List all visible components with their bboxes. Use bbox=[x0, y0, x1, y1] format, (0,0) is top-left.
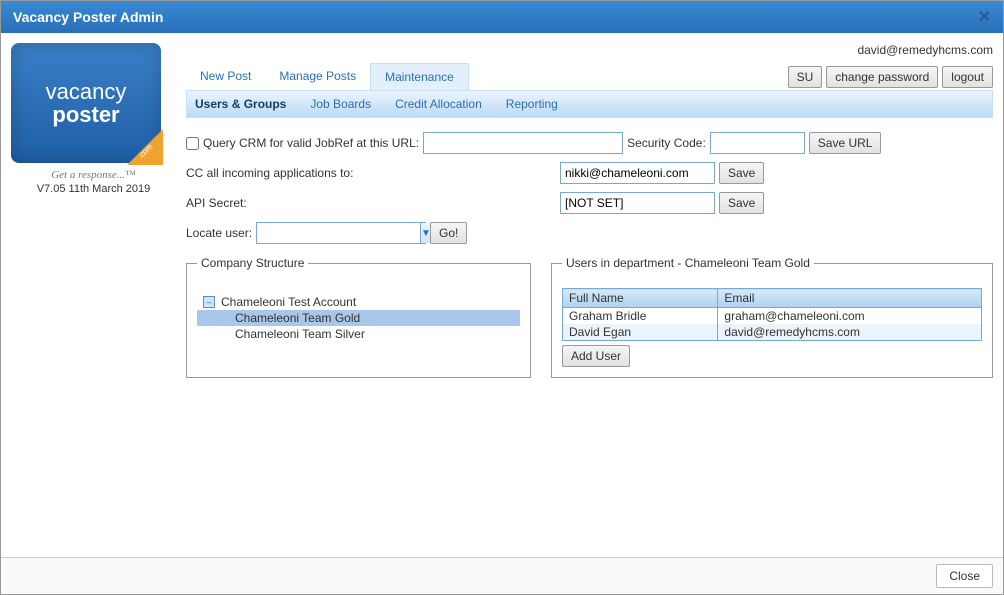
api-secret-label: API Secret: bbox=[186, 196, 556, 210]
subtab-job-boards[interactable]: Job Boards bbox=[310, 97, 371, 111]
collapse-icon[interactable]: – bbox=[203, 296, 215, 308]
table-row[interactable]: Graham Bridle graham@chameleoni.com bbox=[563, 308, 982, 325]
subtab-reporting[interactable]: Reporting bbox=[506, 97, 558, 111]
dog-ear-icon: .com bbox=[127, 129, 163, 165]
close-icon[interactable]: ✕ bbox=[978, 7, 991, 27]
go-button[interactable]: Go! bbox=[430, 222, 467, 244]
tree-item-label: Chameleoni Team Silver bbox=[235, 327, 365, 341]
tree-root-label: Chameleoni Test Account bbox=[221, 295, 356, 309]
security-code-label: Security Code: bbox=[627, 136, 706, 150]
add-user-button[interactable]: Add User bbox=[562, 345, 630, 367]
logo-line2: poster bbox=[52, 103, 119, 126]
change-password-button[interactable]: change password bbox=[826, 66, 938, 88]
query-crm-checkbox[interactable] bbox=[186, 137, 199, 150]
cell-name: David Egan bbox=[563, 324, 718, 341]
logo: vacancy poster .com bbox=[11, 43, 161, 163]
query-crm-label: Query CRM for valid JobRef at this URL: bbox=[203, 136, 419, 150]
col-email[interactable]: Email bbox=[718, 289, 982, 308]
tab-maintenance[interactable]: Maintenance bbox=[370, 63, 469, 90]
cell-name: Graham Bridle bbox=[563, 308, 718, 325]
logout-button[interactable]: logout bbox=[942, 66, 993, 88]
cell-email: david@remedyhcms.com bbox=[718, 324, 982, 341]
logo-line1: vacancy bbox=[46, 80, 127, 103]
tree-item-gold[interactable]: Chameleoni Team Gold bbox=[197, 310, 520, 326]
company-structure-legend: Company Structure bbox=[197, 256, 308, 270]
close-button[interactable]: Close bbox=[936, 564, 993, 588]
security-code-input[interactable] bbox=[710, 132, 805, 154]
subtab-credit-allocation[interactable]: Credit Allocation bbox=[395, 97, 482, 111]
tree-root[interactable]: – Chameleoni Test Account bbox=[197, 294, 520, 310]
tab-new-post[interactable]: New Post bbox=[186, 63, 265, 90]
locate-user-label: Locate user: bbox=[186, 226, 252, 240]
subtab-users-groups[interactable]: Users & Groups bbox=[195, 97, 286, 111]
tab-manage-posts[interactable]: Manage Posts bbox=[265, 63, 370, 90]
col-full-name[interactable]: Full Name bbox=[563, 289, 718, 308]
su-button[interactable]: SU bbox=[788, 66, 823, 88]
tagline: Get a response...™ bbox=[11, 169, 176, 181]
cc-save-button[interactable]: Save bbox=[719, 162, 764, 184]
window-title: Vacancy Poster Admin bbox=[13, 9, 163, 25]
cell-email: graham@chameleoni.com bbox=[718, 308, 982, 325]
tree-item-label: Chameleoni Team Gold bbox=[235, 311, 360, 325]
version-label: V7.05 11th March 2019 bbox=[11, 183, 176, 195]
cc-label: CC all incoming applications to: bbox=[186, 166, 556, 180]
api-secret-input[interactable] bbox=[560, 192, 715, 214]
table-row[interactable]: David Egan david@remedyhcms.com bbox=[563, 324, 982, 341]
users-panel-legend: Users in department - Chameleoni Team Go… bbox=[562, 256, 814, 270]
cc-email-input[interactable] bbox=[560, 162, 715, 184]
tree-item-silver[interactable]: Chameleoni Team Silver bbox=[197, 326, 520, 342]
crm-url-input[interactable] bbox=[423, 132, 623, 154]
locate-user-combo[interactable]: ▼ bbox=[256, 222, 426, 244]
api-save-button[interactable]: Save bbox=[719, 192, 764, 214]
locate-user-input[interactable] bbox=[257, 223, 420, 243]
save-url-button[interactable]: Save URL bbox=[809, 132, 882, 154]
current-user-email: david@remedyhcms.com bbox=[186, 43, 993, 57]
